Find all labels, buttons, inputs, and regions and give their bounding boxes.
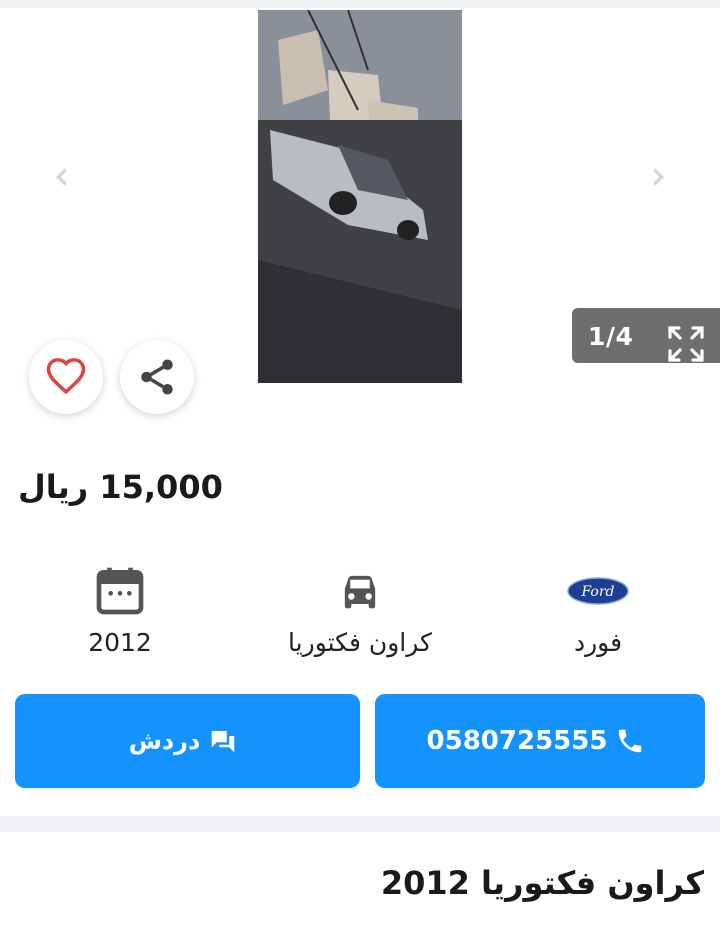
- phone-icon: [619, 729, 642, 753]
- share-button[interactable]: [120, 340, 194, 414]
- chevron-right-icon: [653, 168, 664, 186]
- spec-model-label: كراون فكتوريا: [288, 628, 432, 657]
- car-photo[interactable]: [258, 10, 462, 383]
- spec-year: 2012: [20, 560, 220, 657]
- spec-model: كراون فكتوريا: [260, 560, 460, 657]
- car-photo-drawing: [258, 10, 462, 383]
- share-icon: [141, 359, 173, 395]
- image-gallery[interactable]: 1/4: [0, 8, 720, 384]
- gallery-next-button[interactable]: [644, 163, 672, 191]
- top-strip: [0, 0, 720, 8]
- fullscreen-icon[interactable]: [666, 324, 706, 364]
- listing-title: كراون فكتوريا 2012: [380, 864, 704, 902]
- spec-brand: Ford فورد: [498, 560, 698, 657]
- favorite-button[interactable]: [29, 340, 103, 414]
- call-button-label: 0580725555: [426, 726, 608, 756]
- section-divider: [0, 816, 720, 832]
- image-counter-text: 1/4: [588, 322, 634, 351]
- specs-row: 2012 كراون فكتوريا Ford فورد: [0, 560, 720, 670]
- spec-brand-label: فورد: [573, 628, 623, 657]
- chat-icon: [212, 731, 235, 753]
- ford-logo-icon: Ford: [567, 577, 629, 605]
- heart-icon: [46, 358, 86, 395]
- gallery-prev-button[interactable]: [48, 163, 76, 191]
- chat-button[interactable]: دردش: [15, 694, 360, 788]
- chat-button-label: دردش: [128, 727, 201, 755]
- image-counter[interactable]: 1/4: [572, 308, 720, 363]
- call-button[interactable]: 0580725555: [375, 694, 705, 788]
- car-icon: [344, 575, 376, 609]
- calendar-icon: [96, 567, 144, 615]
- spec-year-label: 2012: [88, 628, 152, 657]
- chevron-left-icon: [56, 168, 67, 186]
- svg-text:Ford: Ford: [580, 584, 614, 600]
- price: 15,000 ريال: [18, 468, 223, 506]
